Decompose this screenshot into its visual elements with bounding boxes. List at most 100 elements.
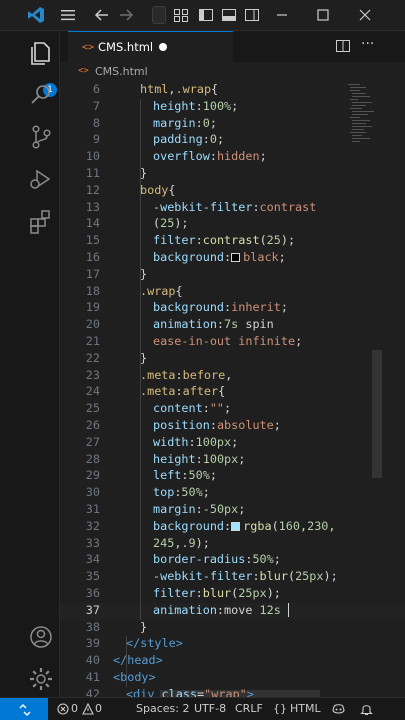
code-line[interactable]: 15 filter:contrast(25); (60, 233, 405, 250)
code-line[interactable]: 6 html,.wrap{ (60, 82, 405, 99)
line-number: 39 (85, 636, 100, 651)
code-line[interactable]: 10 overflow:hidden; (60, 149, 405, 166)
code-line[interactable]: 32 background: rgba(160,230, (60, 518, 405, 536)
layout-secondary-icon[interactable] (221, 6, 237, 24)
menu-icon[interactable] (59, 6, 77, 24)
warning-icon[interactable] (82, 703, 94, 715)
code-line[interactable]: 14 (25); (60, 216, 405, 234)
extensions-icon[interactable] (27, 207, 55, 235)
layout-panel-icon[interactable] (198, 6, 214, 24)
error-count[interactable]: 0 (71, 702, 78, 715)
code-line[interactable]: 22} (60, 350, 405, 368)
code-line[interactable]: 18 .wrap{ (60, 283, 405, 301)
code-line[interactable]: 23 .meta:before, (60, 367, 405, 385)
layout-sidebar-icon[interactable] (173, 6, 189, 24)
remote-button[interactable] (0, 698, 48, 720)
code-line[interactable]: 20 animation:7s spin (60, 317, 405, 334)
code-line[interactable]: 36 filter:blur(25px); (60, 586, 405, 603)
bell-icon[interactable] (360, 702, 373, 716)
layout-customize-icon[interactable] (244, 6, 260, 24)
code-line[interactable]: 33 245,.9); (60, 535, 405, 553)
code-token: : (181, 468, 189, 483)
search-icon[interactable] (27, 81, 55, 109)
explorer-icon[interactable] (27, 39, 55, 67)
code-line[interactable]: 34 border-radius:50%; (60, 552, 405, 570)
eol-setting[interactable]: CRLF (235, 702, 263, 715)
run-debug-icon[interactable] (27, 165, 55, 193)
code-token: : (224, 250, 232, 264)
code-line[interactable]: 26 position:absolute; (60, 418, 405, 435)
code-token: filter (153, 586, 196, 600)
close-icon[interactable] (356, 6, 374, 24)
code-line[interactable]: 19 background:inherit; (60, 300, 405, 318)
code-token: height (153, 98, 196, 113)
code-token: div (133, 686, 155, 697)
code-token: 25 (266, 233, 281, 248)
split-editor-icon[interactable] (335, 38, 351, 54)
code-line[interactable]: 24 .meta:after{ (60, 384, 405, 402)
code-token: 25 (160, 216, 175, 231)
indent-guide (140, 233, 141, 250)
color-swatch[interactable] (231, 253, 241, 262)
code-line[interactable]: 17} (60, 266, 405, 284)
indent-guide (140, 334, 141, 351)
encoding-setting[interactable]: UTF-8 (194, 702, 226, 715)
code-line[interactable]: 7 height:100%; (60, 98, 405, 116)
code-token: filter (153, 233, 196, 248)
source-control-icon[interactable] (27, 123, 55, 151)
tab-cms-html[interactable]: <> CMS.html (68, 31, 233, 62)
indent-guide (140, 216, 141, 234)
forward-arrow-icon[interactable] (117, 6, 135, 24)
code-line[interactable]: 42 <div class="wrap"> (60, 687, 405, 697)
remote-icon (19, 704, 31, 716)
code-line[interactable]: 37 animation:move 12s (60, 602, 405, 620)
error-icon[interactable] (57, 703, 69, 715)
indent-guide (140, 502, 141, 519)
indent-guide (140, 468, 141, 486)
status-bar: 0 0 Spaces: 2 UTF-8 CRLF {} HTML (0, 697, 405, 720)
braces-language-icon[interactable]: {} (273, 702, 287, 715)
code-line[interactable]: 12 body{ (60, 182, 405, 200)
code-line[interactable]: 39 </style> (60, 636, 405, 654)
code-line[interactable]: 11} (60, 166, 405, 183)
code-line[interactable]: 9 padding:0; (60, 132, 405, 150)
breadcrumb-file[interactable]: CMS.html (95, 65, 148, 78)
indent-guide (140, 518, 141, 536)
settings-gear-icon[interactable] (27, 665, 55, 693)
code-token: content (153, 401, 203, 416)
code-line[interactable]: 25 content:""; (60, 401, 405, 418)
code-line[interactable]: 31 margin:-50px; (60, 502, 405, 519)
command-center-icon[interactable] (152, 6, 166, 24)
code-token: .wrap (140, 283, 176, 298)
maximize-icon[interactable] (314, 6, 332, 24)
indentation-setting[interactable]: Spaces: 2 (136, 702, 189, 715)
account-icon[interactable] (27, 623, 55, 651)
copilot-icon[interactable] (331, 702, 346, 716)
code-line[interactable]: 41 <body> (60, 670, 405, 687)
code-line[interactable]: 30 top:50%; (60, 485, 405, 502)
code-line[interactable]: 16 background: black; (60, 250, 405, 267)
code-token: : (224, 518, 232, 533)
code-line[interactable]: 35 -webkit-filter:blur(25px); (60, 569, 405, 586)
code-line[interactable]: 13 -webkit-filter:contrast (60, 199, 405, 217)
code-line[interactable]: 21 ease-in-out infinite; (60, 334, 405, 351)
code-line[interactable]: 40 </head> (60, 653, 405, 670)
code-line[interactable]: 29 left:50%; (60, 468, 405, 486)
more-actions-icon[interactable]: ··· (361, 37, 379, 54)
code-line[interactable]: 28 height:100px; (60, 451, 405, 469)
color-swatch[interactable] (231, 521, 241, 531)
line-number: 14 (85, 216, 100, 231)
code-line[interactable]: 8 margin:0; (60, 115, 405, 133)
code-line[interactable]: 38} (60, 620, 405, 637)
code-token: 230 (307, 518, 329, 533)
unsaved-dot-icon[interactable] (159, 43, 167, 51)
code-token: > (246, 686, 254, 697)
minimize-icon[interactable] (273, 6, 291, 24)
language-mode[interactable]: HTML (290, 702, 321, 715)
code-editor[interactable]: 6 html,.wrap{7 height:100%; 8 margin:0; 9 padd… (60, 82, 405, 697)
code-token: ); (266, 586, 281, 600)
code-line[interactable]: 27 width:100px; (60, 434, 405, 452)
back-arrow-icon[interactable] (93, 6, 111, 24)
warning-count[interactable]: 0 (95, 702, 102, 715)
